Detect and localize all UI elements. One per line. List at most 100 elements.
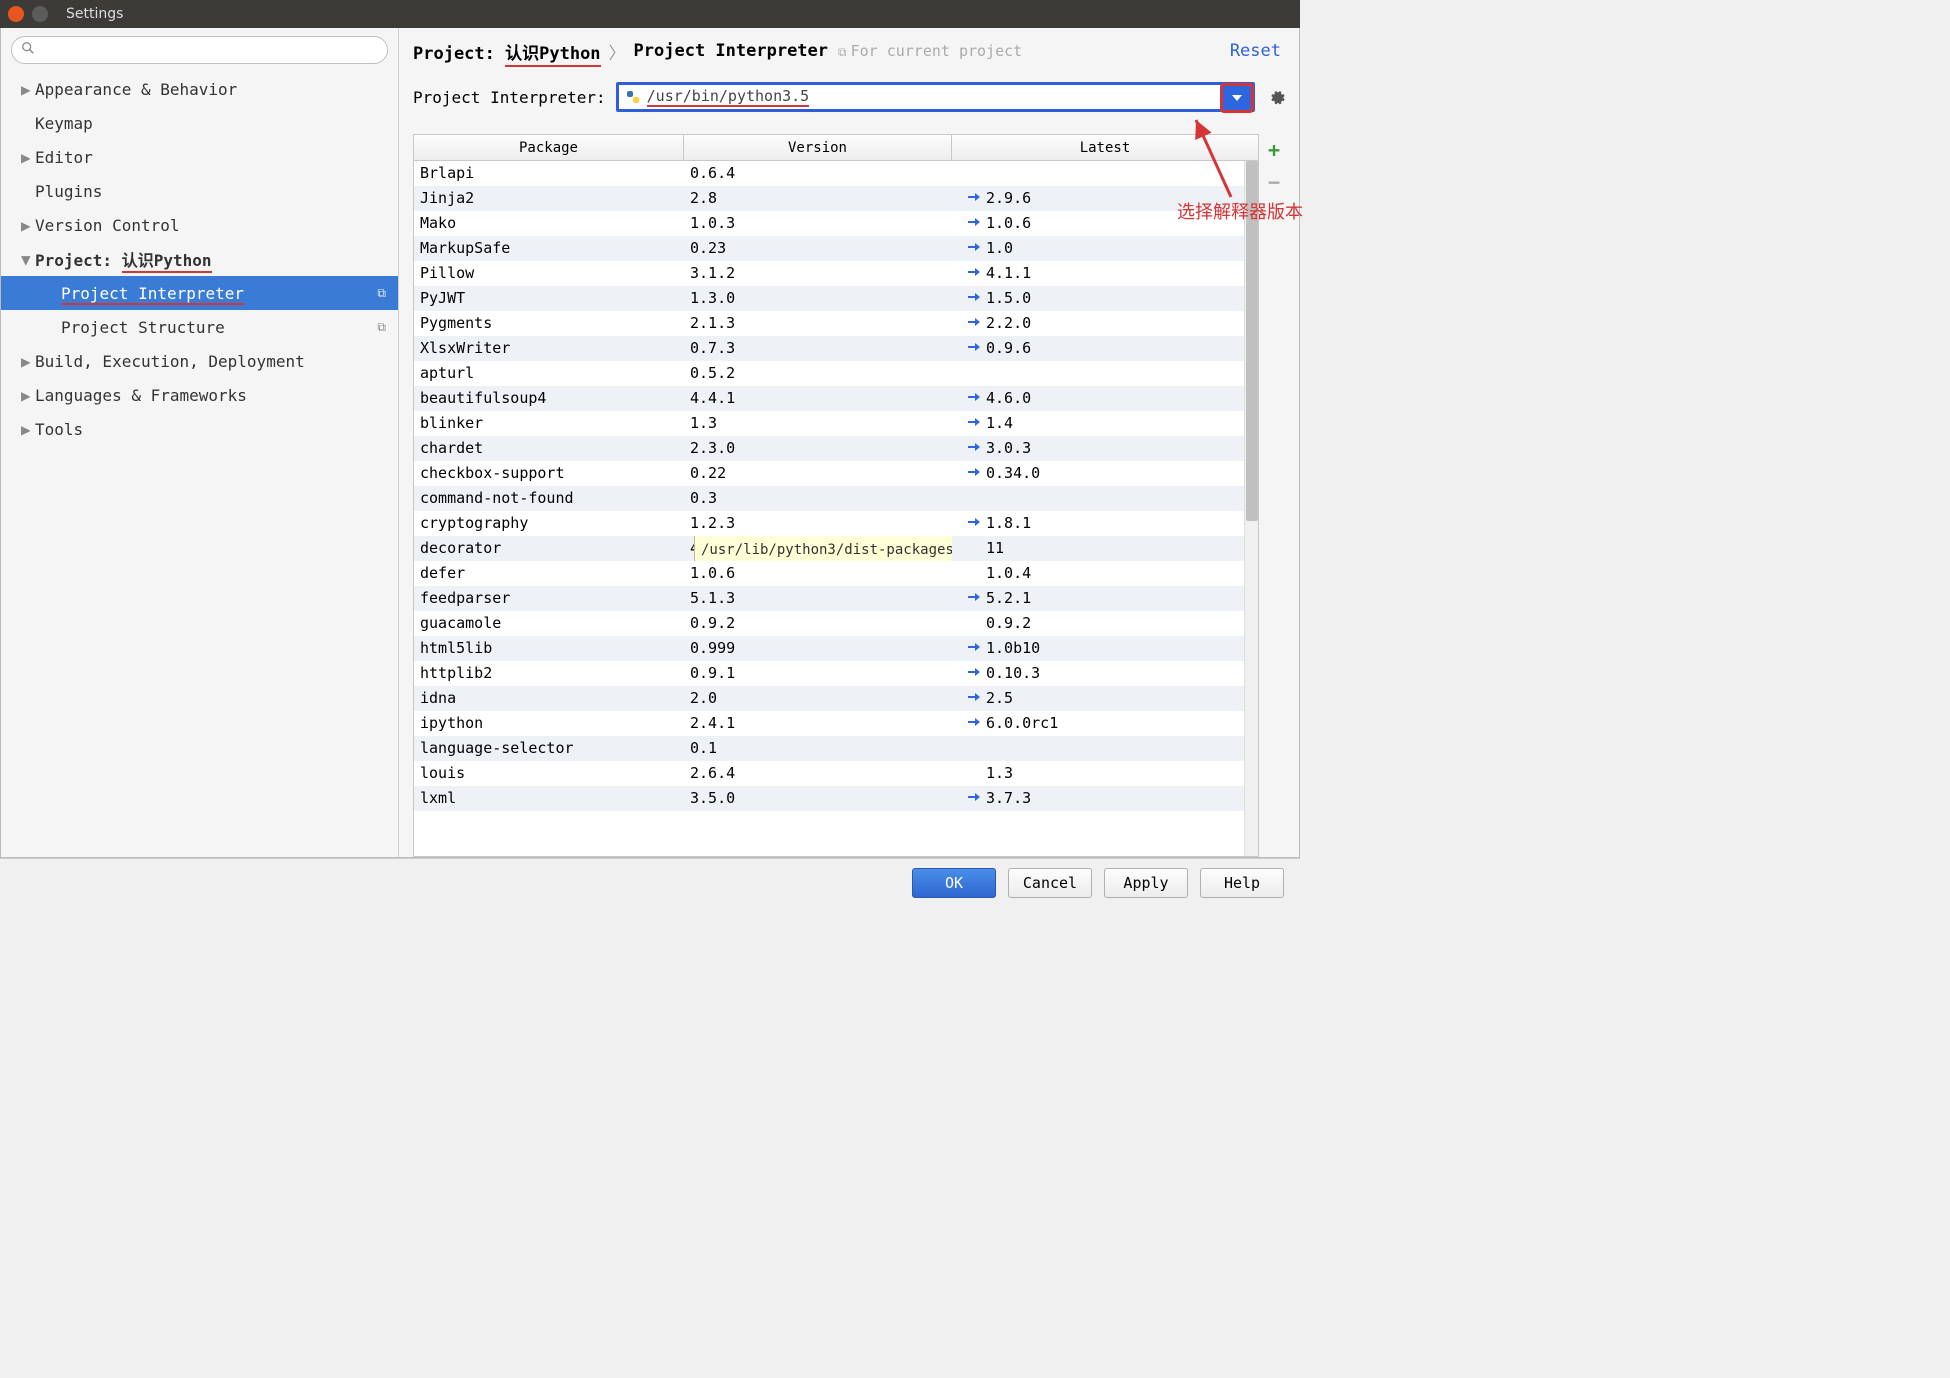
sidebar-item-9[interactable]: ▶Languages & Frameworks xyxy=(1,378,398,412)
help-button[interactable]: Help xyxy=(1200,868,1284,898)
table-row[interactable]: chardet2.3.03.0.3 xyxy=(414,436,1258,461)
header-version[interactable]: Version xyxy=(684,135,952,160)
table-row[interactable]: html5lib0.9991.0b10 xyxy=(414,636,1258,661)
cell-version: 0.9.2 xyxy=(684,611,952,636)
sidebar-item-0[interactable]: ▶Appearance & Behavior xyxy=(1,72,398,106)
sidebar-item-7[interactable]: Project Structure⧉ xyxy=(1,310,398,344)
table-row[interactable]: PyJWT1.3.01.5.0 xyxy=(414,286,1258,311)
sidebar-item-1[interactable]: Keymap xyxy=(1,106,398,140)
table-row[interactable]: beautifulsoup44.4.14.6.0 xyxy=(414,386,1258,411)
cell-latest: 1.8.1 xyxy=(952,511,1258,536)
interpreter-dropdown[interactable]: /usr/bin/python3.5 xyxy=(616,82,1255,112)
cell-latest: 1.0 xyxy=(952,236,1258,261)
sidebar-item-6[interactable]: Project Interpreter⧉ xyxy=(1,276,398,310)
cell-version: 0.1 xyxy=(684,736,952,761)
sidebar-item-label: Project: 认识Python xyxy=(35,247,398,271)
cell-version: 0.7.3 xyxy=(684,336,952,361)
cell-version: 1.3 xyxy=(684,411,952,436)
upgrade-arrow-icon xyxy=(968,668,980,680)
table-row[interactable]: idna2.02.5 xyxy=(414,686,1258,711)
copy-icon: ⧉ xyxy=(838,45,847,59)
upgrade-arrow-icon xyxy=(968,268,980,280)
copy-icon: ⧉ xyxy=(377,320,386,335)
package-table-area: Package Version Latest Brlapi0.6.4Jinja2… xyxy=(413,134,1289,857)
apply-button[interactable]: Apply xyxy=(1104,868,1188,898)
sidebar-item-10[interactable]: ▶Tools xyxy=(1,412,398,446)
table-row[interactable]: language-selector0.1 xyxy=(414,736,1258,761)
cell-version: 0.3 xyxy=(684,486,952,511)
table-row[interactable]: ipython2.4.16.0.0rc1 xyxy=(414,711,1258,736)
cell-version: 1.0.6 xyxy=(684,561,952,586)
window-close-button[interactable] xyxy=(8,6,24,22)
add-package-button[interactable]: + xyxy=(1268,138,1280,162)
sidebar-item-5[interactable]: ▼Project: 认识Python xyxy=(1,242,398,276)
ok-button[interactable]: OK xyxy=(912,868,996,898)
sidebar-item-2[interactable]: ▶Editor xyxy=(1,140,398,174)
table-row[interactable]: XlsxWriter0.7.30.9.6 xyxy=(414,336,1258,361)
cell-package: Pillow xyxy=(414,261,684,286)
package-table-body[interactable]: Brlapi0.6.4Jinja22.82.9.6Mako1.0.31.0.6M… xyxy=(414,161,1258,856)
sidebar-item-label: Languages & Frameworks xyxy=(35,386,398,405)
settings-search-input[interactable] xyxy=(11,36,388,64)
table-row[interactable]: Pillow3.1.24.1.1 xyxy=(414,261,1258,286)
table-row[interactable]: decorator4/usr/lib/python3/dist-packages… xyxy=(414,536,1258,561)
upgrade-arrow-icon xyxy=(968,593,980,605)
cell-version: 0.5.2 xyxy=(684,361,952,386)
cell-latest: 0.10.3 xyxy=(952,661,1258,686)
table-row[interactable]: guacamole0.9.20.9.2 xyxy=(414,611,1258,636)
table-row[interactable]: httplib20.9.10.10.3 xyxy=(414,661,1258,686)
cell-latest xyxy=(952,486,1258,511)
cell-latest: 1.3 xyxy=(952,761,1258,786)
upgrade-arrow-icon xyxy=(968,218,980,230)
sidebar-item-label: Editor xyxy=(35,148,398,167)
window-minimize-button[interactable] xyxy=(32,6,48,22)
table-row[interactable]: feedparser5.1.35.2.1 xyxy=(414,586,1258,611)
table-row[interactable]: louis2.6.41.3 xyxy=(414,761,1258,786)
remove-package-button[interactable]: − xyxy=(1268,170,1280,194)
sidebar-item-3[interactable]: Plugins xyxy=(1,174,398,208)
window-title: Settings xyxy=(66,6,123,22)
table-row[interactable]: Brlapi0.6.4 xyxy=(414,161,1258,186)
settings-tree: ▶Appearance & BehaviorKeymap▶EditorPlugi… xyxy=(1,72,398,446)
cell-package: feedparser xyxy=(414,586,684,611)
table-row[interactable]: apturl0.5.2 xyxy=(414,361,1258,386)
table-row[interactable]: Mako1.0.31.0.6 xyxy=(414,211,1258,236)
cancel-button[interactable]: Cancel xyxy=(1008,868,1092,898)
python-icon xyxy=(625,89,641,105)
table-row[interactable]: defer1.0.61.0.4 xyxy=(414,561,1258,586)
breadcrumb-page: Project Interpreter xyxy=(634,41,828,61)
upgrade-arrow-icon xyxy=(968,643,980,655)
table-row[interactable]: Pygments2.1.32.2.0 xyxy=(414,311,1258,336)
cell-package: checkbox-support xyxy=(414,461,684,486)
table-row[interactable]: Jinja22.82.9.6 xyxy=(414,186,1258,211)
cell-version: 0.9.1 xyxy=(684,661,952,686)
table-row[interactable]: command-not-found0.3 xyxy=(414,486,1258,511)
cell-package: cryptography xyxy=(414,511,684,536)
cell-version: 5.1.3 xyxy=(684,586,952,611)
upgrade-arrow-icon xyxy=(968,693,980,705)
table-row[interactable]: lxml3.5.03.7.3 xyxy=(414,786,1258,811)
reset-link[interactable]: Reset xyxy=(1230,41,1289,61)
breadcrumb: Project: 认识Python 〉 Project Interpreter … xyxy=(413,36,1289,66)
search-icon xyxy=(21,41,35,59)
upgrade-arrow-icon xyxy=(968,243,980,255)
sidebar-item-4[interactable]: ▶Version Control xyxy=(1,208,398,242)
interpreter-path: /usr/bin/python3.5 xyxy=(647,87,810,107)
table-row[interactable]: cryptography1.2.31.8.1 xyxy=(414,511,1258,536)
chevron-right-icon: ▶ xyxy=(21,216,35,235)
package-scrollbar[interactable] xyxy=(1244,161,1258,856)
header-package[interactable]: Package xyxy=(414,135,684,160)
interpreter-dropdown-button[interactable] xyxy=(1220,83,1254,113)
sidebar-item-8[interactable]: ▶Build, Execution, Deployment xyxy=(1,344,398,378)
cell-latest: 0.9.6 xyxy=(952,336,1258,361)
table-row[interactable]: checkbox-support0.220.34.0 xyxy=(414,461,1258,486)
upgrade-arrow-icon xyxy=(968,793,980,805)
chevron-right-icon: ▶ xyxy=(21,80,35,99)
package-table-header: Package Version Latest xyxy=(414,135,1258,161)
interpreter-settings-button[interactable] xyxy=(1265,85,1289,109)
table-row[interactable]: blinker1.31.4 xyxy=(414,411,1258,436)
cell-latest: 3.0.3 xyxy=(952,436,1258,461)
table-row[interactable]: MarkupSafe0.231.0 xyxy=(414,236,1258,261)
upgrade-arrow-icon xyxy=(968,468,980,480)
upgrade-arrow-icon xyxy=(968,318,980,330)
